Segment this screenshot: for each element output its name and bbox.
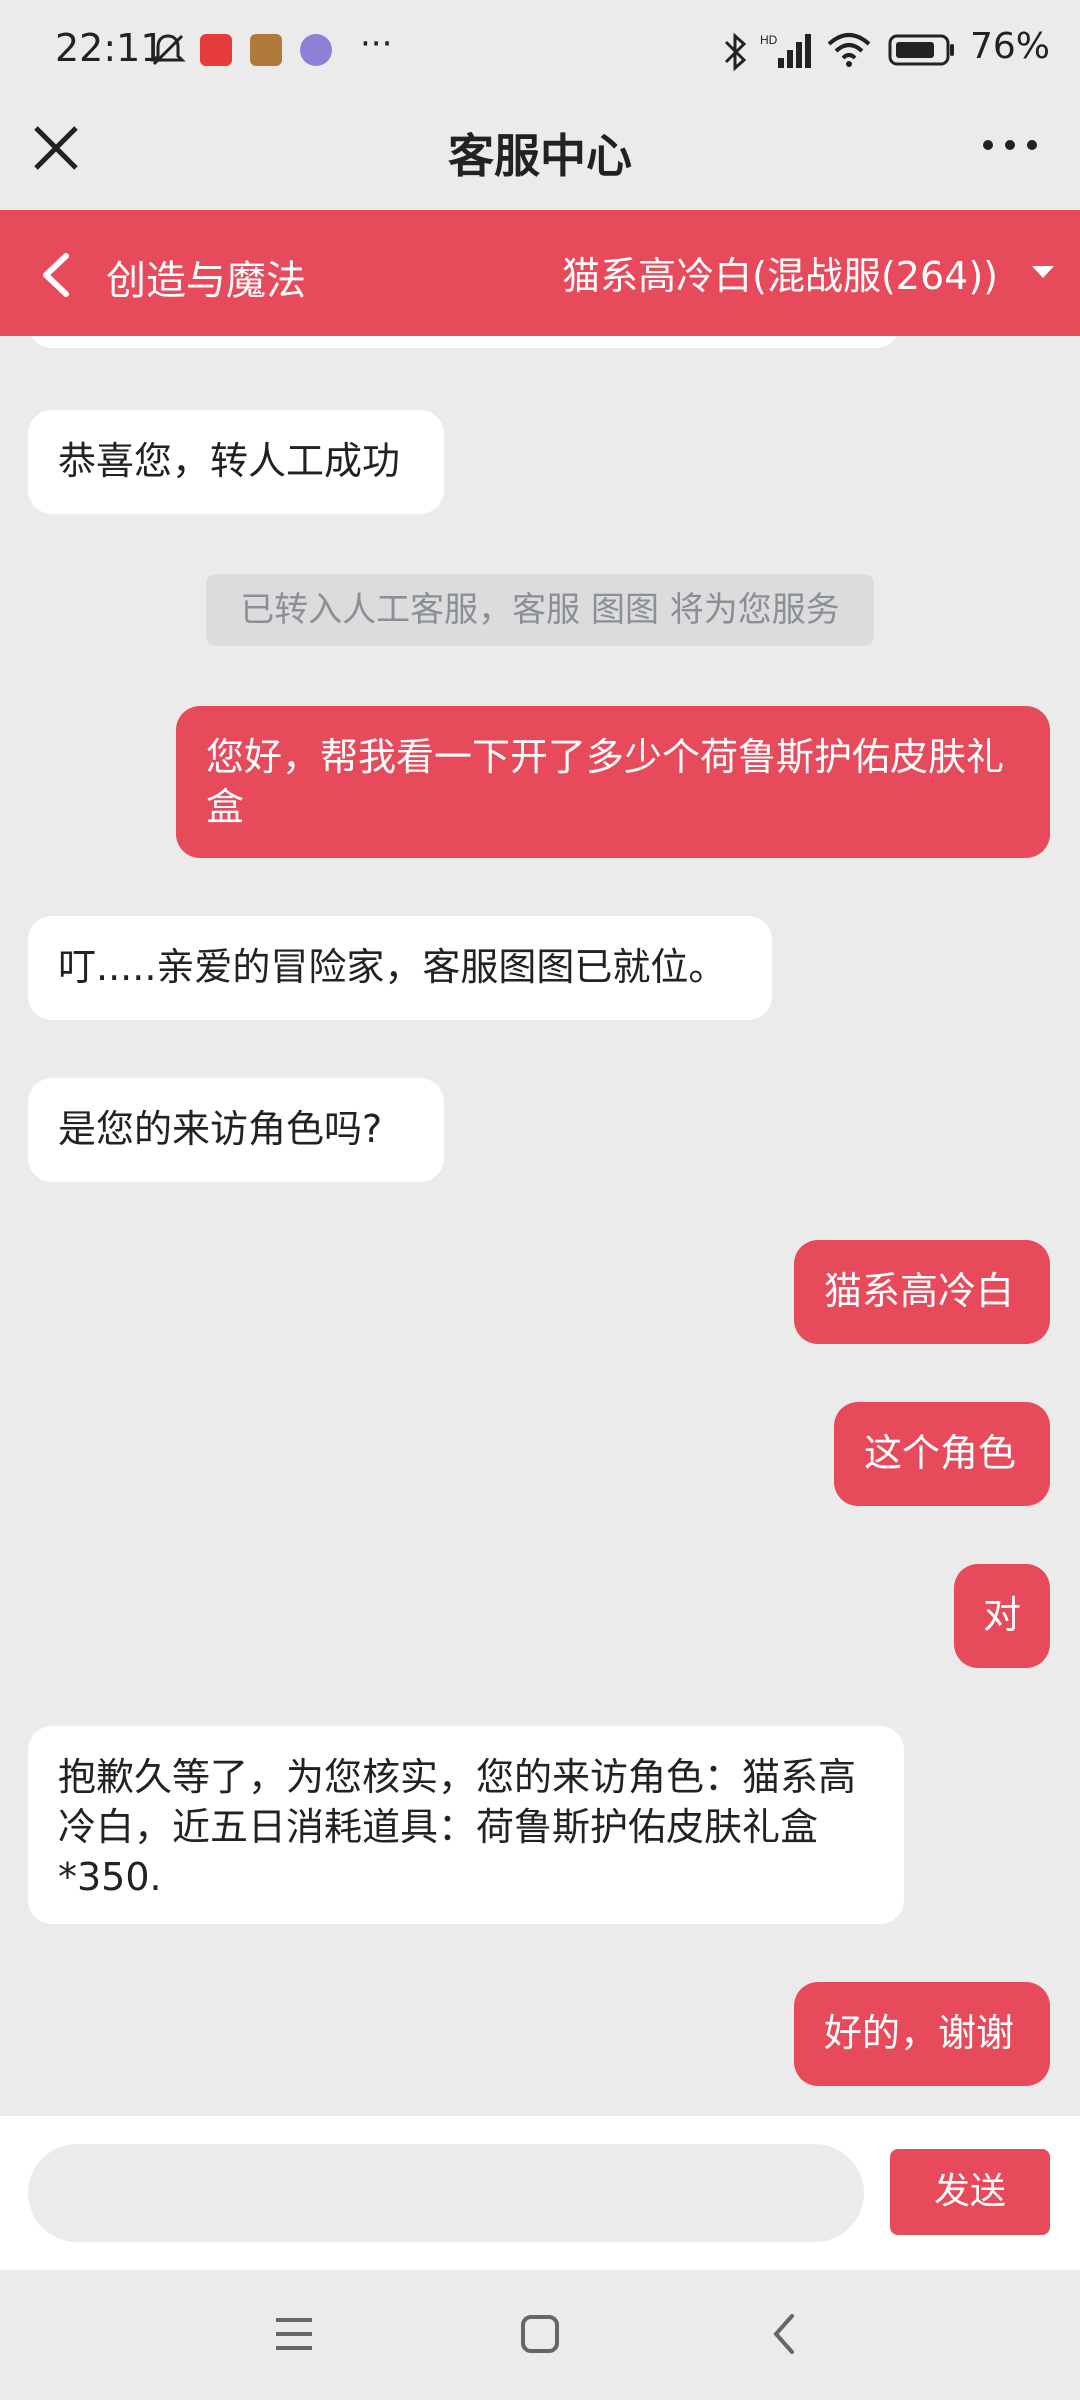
battery-percent: 76% (969, 26, 1050, 67)
message-sent: 好的，谢谢 (794, 1982, 1050, 2086)
app-notification-icon-2 (300, 34, 332, 66)
message-sent: 猫系高冷白 (794, 1240, 1050, 1344)
nav-back-icon[interactable] (764, 2312, 808, 2356)
composer-bar: 发送 (0, 2116, 1080, 2270)
more-icon[interactable] (980, 130, 1040, 160)
battery-icon (888, 34, 954, 66)
title-bar: 客服中心 (0, 100, 1080, 210)
wifi-icon (827, 33, 871, 67)
message-received: 是您的来访角色吗? (28, 1078, 444, 1182)
bluetooth-icon (724, 32, 747, 72)
message-received: 抱歉久等了，为您核实，您的来访角色：猫系高冷白，近五日消耗道具：荷鲁斯护佑皮肤礼… (28, 1726, 904, 1924)
server-name: 猫系高冷白(混战服(264)) (562, 253, 998, 298)
message-received: 恭喜您，转人工成功 (28, 410, 444, 514)
game-notification-icon (250, 34, 282, 66)
game-name[interactable]: 创造与魔法 (106, 248, 306, 306)
svg-text:HD: HD (760, 33, 778, 47)
message-partial (28, 336, 900, 348)
app-notification-icon (200, 34, 232, 66)
status-bar: 22:11 ··· HD 76% (0, 0, 1080, 100)
menu-icon[interactable] (272, 2312, 316, 2356)
dropdown-icon (1032, 266, 1054, 278)
server-selector[interactable]: 猫系高冷白(混战服(264)) (562, 244, 1054, 300)
page-title: 客服中心 (448, 129, 632, 183)
message-sent: 您好，帮我看一下开了多少个荷鲁斯护佑皮肤礼盒 (176, 706, 1050, 858)
home-icon[interactable] (518, 2312, 562, 2356)
message-sent: 这个角色 (834, 1402, 1050, 1506)
back-icon[interactable] (36, 250, 76, 300)
send-button[interactable]: 发送 (890, 2149, 1050, 2235)
message-received: 叮.....亲爱的冒险家，客服图图已就位。 (28, 916, 772, 1020)
mute-icon (150, 34, 186, 66)
message-sent: 对 (954, 1564, 1050, 1668)
system-notice: 已转入人工客服，客服 图图 将为您服务 (206, 574, 874, 646)
system-nav-bar (0, 2270, 1080, 2400)
message-input[interactable] (28, 2144, 864, 2242)
signal-icon: HD (760, 33, 811, 68)
game-server-bar: 创造与魔法 猫系高冷白(混战服(264)) (0, 210, 1080, 336)
chat-messages[interactable]: 恭喜您，转人工成功 已转入人工客服，客服 图图 将为您服务 您好，帮我看一下开了… (0, 336, 1080, 2116)
more-notifications-icon: ··· (360, 24, 393, 64)
